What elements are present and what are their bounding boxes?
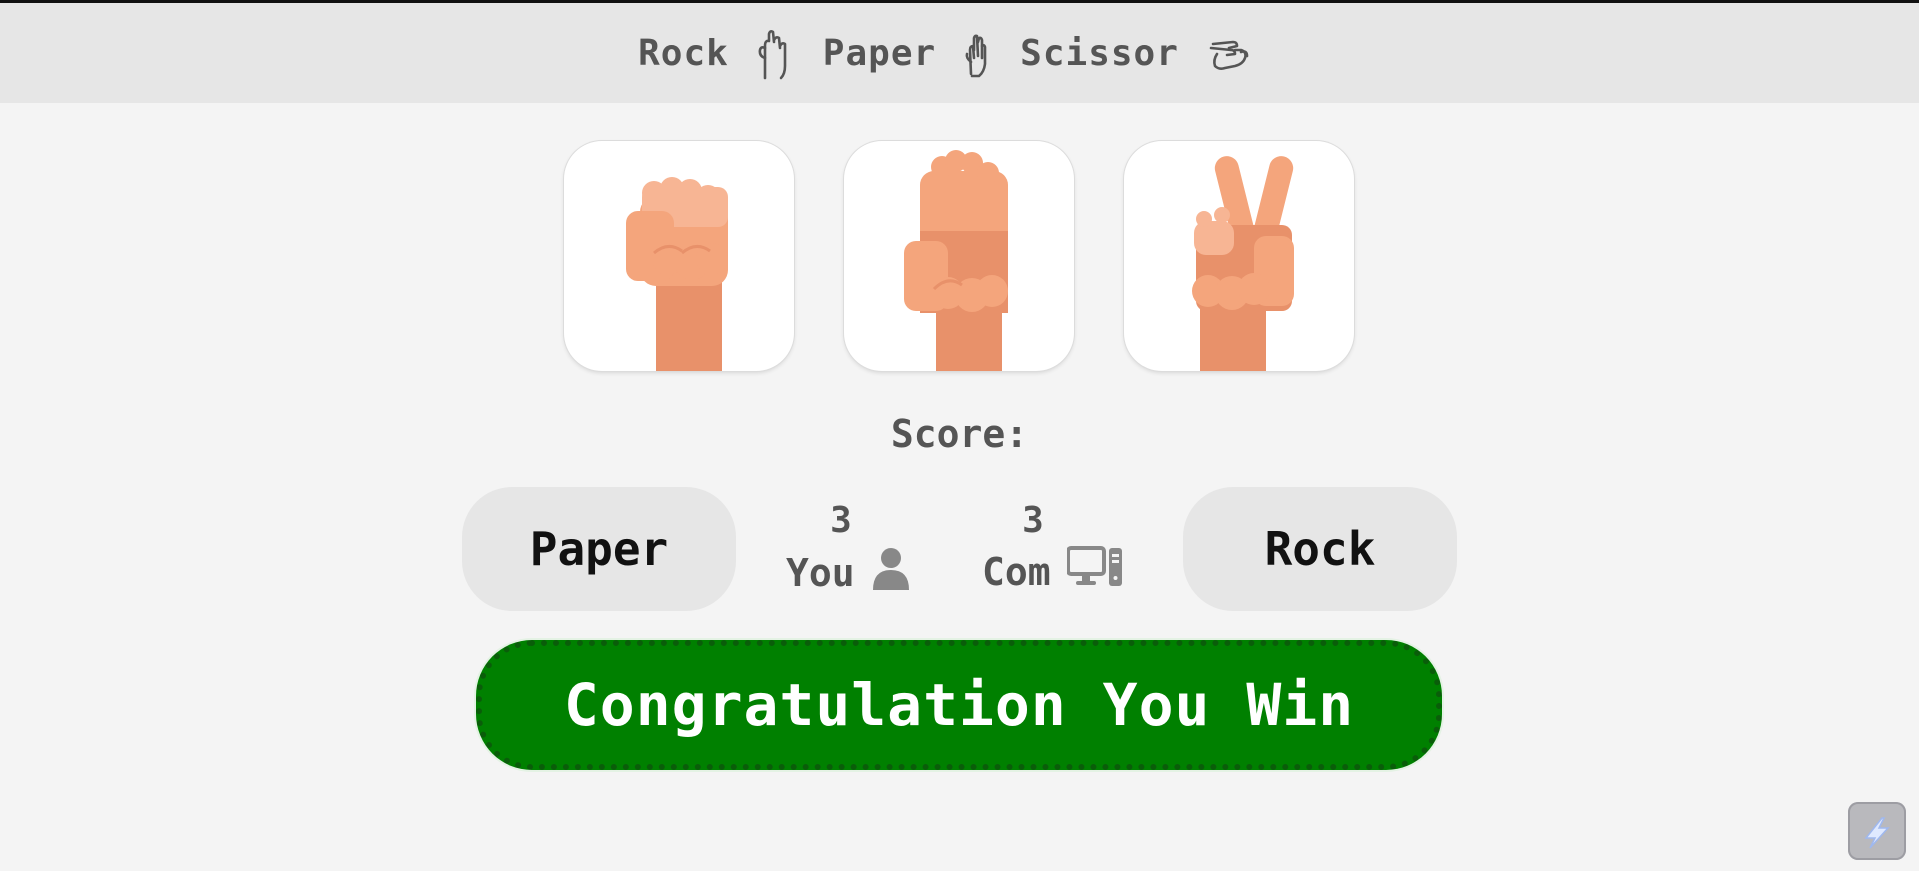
- scissor-choice-button[interactable]: [1124, 141, 1354, 371]
- scissor-hand-icon: [1205, 28, 1253, 78]
- lightning-icon: [1864, 817, 1890, 849]
- user-score-value: 3: [830, 500, 852, 541]
- computer-score-block: 3 Com: [982, 500, 1123, 597]
- score-label: Score:: [890, 412, 1029, 456]
- game-header: Rock Paper Scissor: [0, 3, 1919, 103]
- fist-icon: [626, 177, 728, 371]
- user-pick-display: Paper: [462, 487, 736, 611]
- choice-row: [564, 141, 1354, 371]
- computer-score-label: Com: [982, 549, 1051, 594]
- computer-pick-display: Rock: [1183, 487, 1457, 611]
- user-icon: [871, 546, 911, 599]
- user-score-label: You: [786, 550, 855, 595]
- result-banner: Congratulation You Win: [476, 640, 1442, 770]
- open-hand-icon: [904, 150, 1008, 371]
- corner-widget-button[interactable]: [1848, 802, 1906, 860]
- paper-hand-icon: [962, 28, 992, 78]
- header-word-scissor: Scissor: [1020, 32, 1179, 74]
- header-word-paper: Paper: [822, 32, 937, 74]
- computer-score-value: 3: [1022, 500, 1044, 541]
- paper-choice-button[interactable]: [844, 141, 1074, 371]
- user-score-block: 3 You: [786, 500, 911, 599]
- rock-choice-button[interactable]: [564, 141, 794, 371]
- header-word-rock: Rock: [638, 32, 729, 74]
- computer-icon: [1065, 546, 1123, 597]
- victory-hand-icon: [1192, 156, 1294, 371]
- rock-hand-icon: [755, 28, 795, 80]
